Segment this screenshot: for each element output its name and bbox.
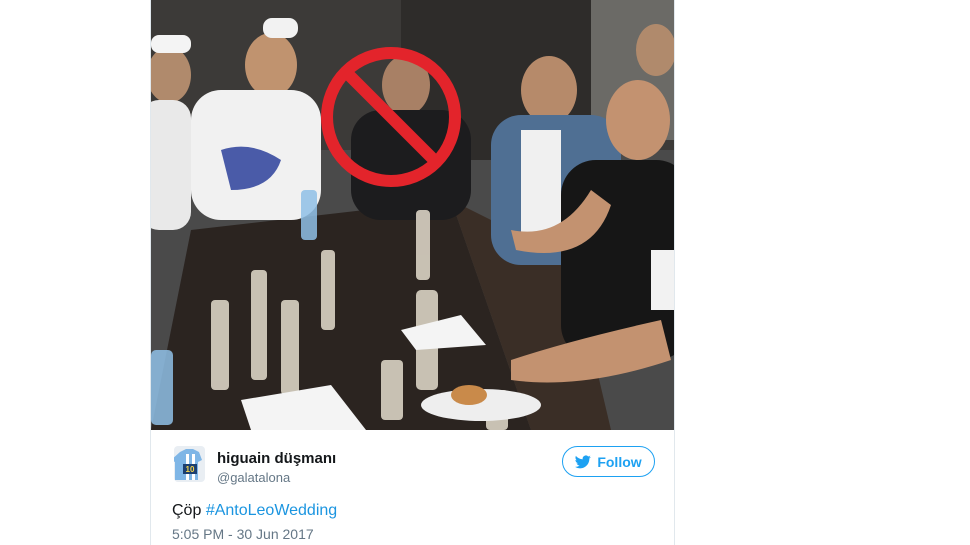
hashtag-link[interactable]: #AntoLeoWedding (206, 502, 337, 519)
group-photo-illustration (151, 0, 674, 430)
svg-text:10: 10 (186, 465, 195, 474)
tweet-photo[interactable] (151, 0, 674, 430)
author-handle[interactable]: @galatalona (217, 469, 336, 487)
follow-label: Follow (597, 453, 642, 470)
tweet-text: Çöp #AntoLeoWedding (172, 502, 337, 520)
follow-button[interactable]: Follow (562, 446, 655, 477)
embedded-tweet-card: 10 higuain düşmanı @galatalona Follow Çö… (150, 0, 675, 545)
tweet-text-prefix: Çöp (172, 502, 202, 519)
tweet-timestamp[interactable]: 5:05 PM - 30 Jun 2017 (172, 526, 314, 542)
twitter-bird-icon (575, 455, 592, 468)
author-display-name[interactable]: higuain düşmanı (217, 450, 336, 468)
author-names[interactable]: higuain düşmanı @galatalona (217, 450, 336, 487)
avatar[interactable]: 10 (174, 446, 205, 482)
avatar-jersey-10-icon: 10 (174, 446, 205, 482)
